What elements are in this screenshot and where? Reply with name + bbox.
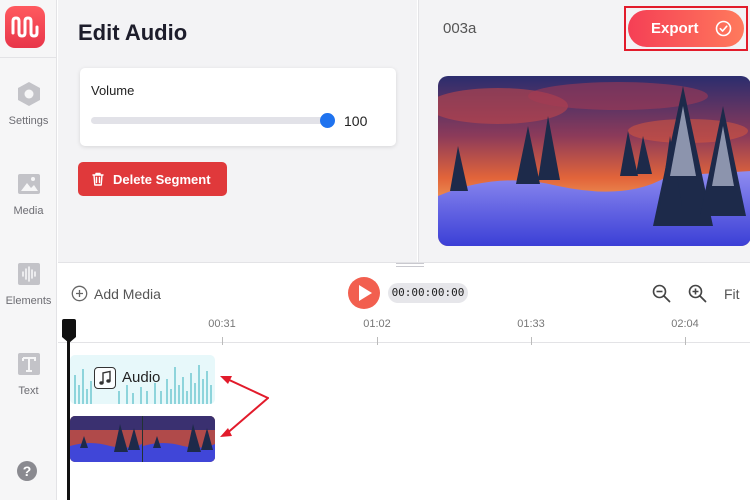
video-preview[interactable] — [438, 76, 750, 246]
tick-mark — [531, 337, 532, 345]
plus-circle-icon — [71, 285, 88, 302]
waveform-logo-icon — [11, 16, 39, 38]
video-thumbnail — [70, 416, 142, 462]
tick-label: 01:33 — [517, 318, 545, 330]
edit-audio-panel: Edit Audio Volume 100 Delete Segment — [58, 0, 417, 262]
video-thumbnail — [143, 416, 215, 462]
sidebar-item-label: Text — [18, 385, 39, 397]
tick-label: 01:02 — [363, 318, 391, 330]
check-circle-icon — [715, 20, 732, 37]
zoom-in-icon[interactable] — [688, 284, 707, 303]
export-label: Export — [651, 20, 699, 37]
project-name[interactable]: 003a — [443, 20, 476, 37]
music-note-icon — [94, 367, 116, 389]
fit-button[interactable]: Fit — [724, 286, 740, 302]
preview-panel: 003a Export — [418, 0, 750, 262]
volume-card: Volume 100 — [80, 68, 396, 146]
tick-mark — [222, 337, 223, 345]
app-logo[interactable] — [5, 6, 45, 48]
play-button[interactable] — [348, 277, 380, 309]
zoom-out-icon[interactable] — [652, 284, 671, 303]
sidebar-divider — [0, 57, 57, 58]
hexagon-settings-icon — [17, 82, 40, 106]
help-button[interactable]: ? — [17, 461, 37, 481]
sidebar-item-label: Media — [13, 205, 44, 217]
volume-slider-thumb[interactable] — [320, 113, 335, 128]
tick-label: 02:04 — [671, 318, 699, 330]
trash-icon — [92, 172, 104, 186]
time-ruler[interactable]: 00:31 01:02 01:33 02:04 — [58, 315, 750, 345]
tick-mark — [685, 337, 686, 345]
sidebar-item-label: Elements — [5, 295, 52, 307]
sidebar-item-text[interactable]: Text — [0, 351, 57, 397]
export-button[interactable]: Export — [628, 10, 744, 47]
panel-title: Edit Audio — [78, 20, 188, 45]
sidebar-item-settings[interactable]: Settings — [0, 81, 57, 127]
delete-segment-button[interactable]: Delete Segment — [78, 162, 227, 196]
audio-editor-app: Settings Media Elements Text ? Edit Audi… — [0, 0, 750, 500]
sidebar-item-label: Settings — [8, 115, 49, 127]
sidebar: Settings Media Elements Text ? — [0, 0, 57, 500]
volume-slider-track[interactable] — [91, 117, 329, 124]
tick-label: 00:31 — [208, 318, 236, 330]
image-icon — [17, 174, 40, 194]
volume-value: 100 — [344, 113, 368, 129]
timeline-panel: Add Media 00:00:00:00 Fit 00:31 01:02 01… — [58, 262, 750, 500]
winter-landscape-image — [438, 76, 750, 246]
text-t-icon — [17, 353, 40, 375]
delete-segment-label: Delete Segment — [113, 172, 211, 187]
resize-handle[interactable] — [396, 263, 424, 267]
timecode-display: 00:00:00:00 — [388, 283, 468, 303]
sidebar-item-elements[interactable]: Elements — [0, 261, 57, 307]
audio-clip-label: Audio — [122, 369, 161, 386]
tick-mark — [377, 337, 378, 345]
add-media-label: Add Media — [94, 286, 161, 302]
playhead-line[interactable] — [67, 335, 70, 500]
video-track-clip[interactable] — [70, 416, 215, 462]
sidebar-item-media[interactable]: Media — [0, 171, 57, 217]
audio-track-clip[interactable]: Audio — [70, 355, 215, 404]
play-icon — [359, 285, 372, 301]
waveform-icon — [17, 263, 40, 285]
volume-label: Volume — [91, 83, 135, 98]
